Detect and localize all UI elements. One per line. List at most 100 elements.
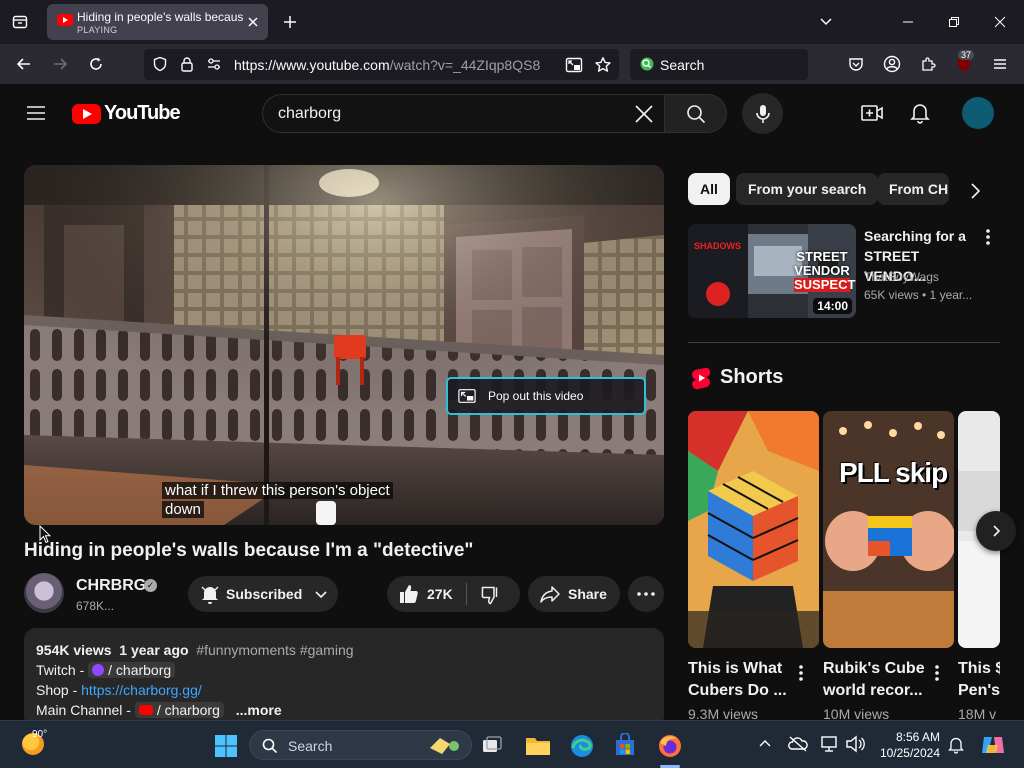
chevron-down-icon [314, 587, 328, 601]
video-player[interactable]: Pop out this video what if I threw this … [24, 165, 664, 525]
short-1-more-vertical-icon[interactable] [794, 664, 808, 682]
hashtags[interactable]: #funnymoments #gaming [196, 642, 353, 658]
firefox-taskbar-icon[interactable] [657, 733, 683, 759]
edge-browser-icon[interactable] [569, 733, 595, 759]
bookmark-star-icon[interactable] [594, 56, 612, 74]
twitch-handle: / charborg [108, 662, 172, 678]
description-meta: 954K views 1 year ago #funnymoments #gam… [36, 640, 652, 660]
short-thumbnail-2[interactable]: PLL skip [823, 411, 954, 648]
youtube-search-input[interactable]: charborg [278, 105, 341, 123]
youtube-search-box[interactable]: charborg [262, 94, 665, 133]
youtube-search-button[interactable] [664, 94, 727, 133]
short-2-more-vertical-icon[interactable] [930, 664, 944, 682]
tab-playing-status: PLAYING [77, 25, 118, 35]
url-text[interactable]: https://www.youtube.com/watch?v=_44ZIqp8… [234, 57, 540, 73]
microsoft-store-icon[interactable] [613, 733, 637, 757]
browser-tab-active[interactable]: Hiding in people's walls because I'm a "… [47, 4, 268, 40]
youtube-small-icon [138, 705, 153, 715]
microphone-icon [755, 104, 771, 124]
main-channel-link-chip[interactable]: / charborg [134, 702, 224, 718]
task-view-icon[interactable] [481, 734, 503, 756]
windows-search-box[interactable]: Search [249, 730, 472, 760]
browser-nav-bar: https://www.youtube.com/watch?v=_44ZIqp8… [0, 44, 1024, 85]
shorts-next-button[interactable] [976, 511, 1016, 551]
back-arrow-icon[interactable] [14, 54, 34, 74]
clock-time[interactable]: 8:56 AM [892, 730, 940, 744]
picture-in-picture-icon[interactable] [565, 56, 583, 74]
list-all-tabs-icon[interactable] [816, 12, 836, 32]
twitch-link-chip[interactable]: / charborg [88, 662, 176, 678]
show-more-link[interactable]: ...more [236, 702, 282, 718]
youtube-logo-text: YouTube [104, 102, 181, 124]
like-count[interactable]: 27K [427, 586, 453, 602]
close-tab-icon[interactable] [243, 12, 263, 32]
extensions-puzzle-icon[interactable] [918, 54, 938, 74]
notifications-bell-icon[interactable] [908, 101, 932, 125]
new-tab-icon[interactable] [280, 12, 300, 32]
chevron-up-icon[interactable] [758, 737, 772, 751]
pop-out-video-label: Pop out this video [488, 389, 584, 403]
chip-from-channel[interactable]: From CHRBRG [877, 173, 949, 205]
short-3-title[interactable]: This $ Pen's [958, 658, 1000, 702]
short-2-title[interactable]: Rubik's Cube world recor... [823, 658, 933, 702]
windows-start-icon[interactable] [214, 734, 238, 758]
voice-search-button[interactable] [742, 93, 783, 134]
permissions-icon[interactable] [206, 56, 222, 72]
restore-window-icon[interactable] [944, 12, 964, 32]
short-2-art [823, 411, 954, 648]
minimize-window-icon[interactable] [898, 12, 918, 32]
url-bar[interactable]: https://www.youtube.com/watch?v=_44ZIqp8… [144, 49, 619, 80]
copilot-icon[interactable] [980, 733, 1006, 757]
tracking-protection-shield-icon[interactable] [152, 56, 168, 72]
channel-name[interactable]: CHRBRG [76, 577, 146, 595]
thumb-line-2: VENDOR [794, 263, 850, 278]
youtube-logo[interactable]: YouTube [72, 102, 181, 125]
thumb-line-3: SUSPECT [794, 277, 856, 292]
like-dislike-group: 27K [387, 576, 520, 612]
volume-icon[interactable] [845, 735, 865, 753]
like-thumb-icon[interactable] [399, 584, 419, 604]
recommended-video-thumbnail[interactable]: SHADOWS STREET VENDOR SUSPECT 14:00 [688, 224, 856, 318]
recommended-video-meta: 65K views • 1 year... [864, 288, 973, 302]
recommended-video-channel[interactable]: ThatBoyWags [864, 270, 939, 284]
twitch-icon [92, 664, 105, 676]
notification-center-bell-icon[interactable] [948, 736, 964, 754]
shop-link[interactable]: https://charborg.gg/ [81, 682, 202, 698]
close-window-icon[interactable] [990, 12, 1010, 32]
clock-date[interactable]: 10/25/2024 [876, 746, 940, 760]
subscribed-button[interactable]: Subscribed [188, 576, 338, 612]
pop-out-icon [458, 388, 476, 404]
shorts-heading: Shorts [720, 366, 784, 388]
more-vertical-icon[interactable] [980, 228, 996, 246]
share-button[interactable]: Share [528, 576, 620, 612]
browser-search-placeholder: Search [660, 57, 705, 73]
pop-out-video-button[interactable]: Pop out this video [446, 377, 646, 415]
more-actions-button[interactable] [628, 576, 664, 612]
youtube-header: YouTube charborg [0, 85, 1024, 141]
video-description[interactable]: 954K views 1 year ago #funnymoments #gam… [24, 628, 664, 728]
hamburger-menu-icon[interactable] [990, 54, 1010, 74]
firefox-view-icon[interactable] [10, 12, 30, 32]
chevron-right-icon[interactable] [964, 180, 986, 202]
chip-all[interactable]: All [688, 173, 730, 205]
reload-icon[interactable] [86, 54, 106, 74]
dislike-thumb-icon[interactable] [481, 585, 501, 605]
account-avatar[interactable] [962, 97, 994, 129]
clear-search-icon[interactable] [633, 103, 655, 125]
chip-from-your-search[interactable]: From your search [736, 173, 879, 205]
onedrive-icon[interactable] [788, 736, 808, 752]
browser-search-bar[interactable]: Search [630, 49, 808, 80]
account-icon[interactable] [882, 54, 902, 74]
file-explorer-icon[interactable] [525, 733, 551, 757]
video-caption: what if I threw this person's object dow… [162, 481, 393, 519]
lock-icon[interactable] [179, 56, 195, 72]
channel-avatar[interactable] [24, 573, 64, 613]
guide-menu-icon[interactable] [24, 101, 48, 125]
short-thumbnail-1[interactable] [688, 411, 819, 648]
forward-arrow-icon[interactable] [50, 54, 70, 74]
pocket-icon[interactable] [846, 54, 866, 74]
network-icon[interactable] [820, 735, 840, 753]
create-video-icon[interactable] [860, 101, 884, 125]
short-1-title[interactable]: This is What Cubers Do ... [688, 658, 798, 702]
weather-temperature[interactable]: 90° [32, 729, 47, 740]
